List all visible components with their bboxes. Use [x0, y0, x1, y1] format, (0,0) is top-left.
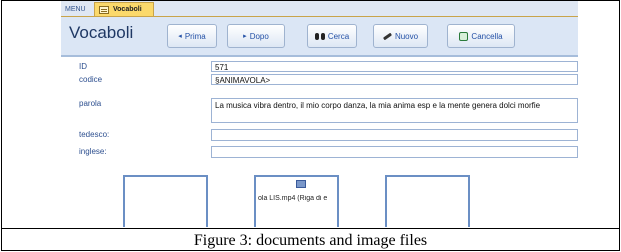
binoculars-icon	[314, 32, 325, 40]
nuovo-button[interactable]: Nuovo	[373, 24, 428, 48]
dopo-button[interactable]: ▸ Dopo	[227, 24, 285, 48]
parola-field[interactable]: La musica vibra dentro, il mio corpo dan…	[211, 98, 578, 123]
tab-vocaboli[interactable]: Vocaboli	[94, 2, 154, 16]
id-field[interactable]: 571	[211, 61, 578, 72]
prima-label: Prima	[184, 31, 206, 41]
figure-caption: Figure 3: documents and image files	[193, 232, 428, 249]
parola-label: parola	[79, 99, 102, 108]
tab-menu[interactable]: MENU	[61, 2, 93, 16]
cancella-label: Cancella	[471, 31, 503, 41]
tab-strip: MENU Vocaboli	[61, 1, 578, 17]
tab-vocaboli-label: Vocaboli	[113, 6, 142, 13]
attachment-box[interactable]	[123, 175, 208, 227]
pencil-icon	[382, 32, 392, 40]
tedesco-field[interactable]	[211, 129, 578, 141]
form-header: Vocaboli ◂ Prima ▸ Dopo Cerca Nuovo Canc…	[61, 17, 578, 57]
video-file-icon	[296, 180, 306, 188]
triangle-left-icon: ◂	[178, 33, 182, 40]
inglese-field[interactable]	[211, 146, 578, 158]
delete-record-icon	[459, 31, 469, 41]
attachment-box-video[interactable]: ola LIS.mp4 (Riga di e	[254, 175, 339, 227]
id-label: ID	[79, 62, 87, 71]
tedesco-label: tedesco:	[79, 130, 110, 139]
cerca-button[interactable]: Cerca	[307, 24, 357, 48]
codice-field[interactable]: §ANIMAVOLA>	[211, 74, 578, 85]
cancella-button[interactable]: Cancella	[447, 24, 515, 48]
triangle-right-icon: ▸	[243, 33, 247, 40]
tab-menu-label: MENU	[65, 5, 86, 13]
form-icon	[99, 5, 109, 14]
inglese-label: inglese:	[79, 147, 107, 156]
cerca-label: Cerca	[327, 31, 350, 41]
prima-button[interactable]: ◂ Prima	[167, 24, 217, 48]
codice-label: codice	[79, 75, 103, 84]
attachment-filename: ola LIS.mp4 (Riga di e	[258, 195, 328, 202]
nuovo-label: Nuovo	[394, 31, 419, 41]
form-title: Vocaboli	[69, 23, 134, 42]
access-form-screenshot: MENU Vocaboli Vocaboli ◂ Prima ▸ Dopo Ce…	[61, 1, 578, 227]
attachment-box[interactable]	[385, 175, 470, 227]
dopo-label: Dopo	[249, 31, 269, 41]
